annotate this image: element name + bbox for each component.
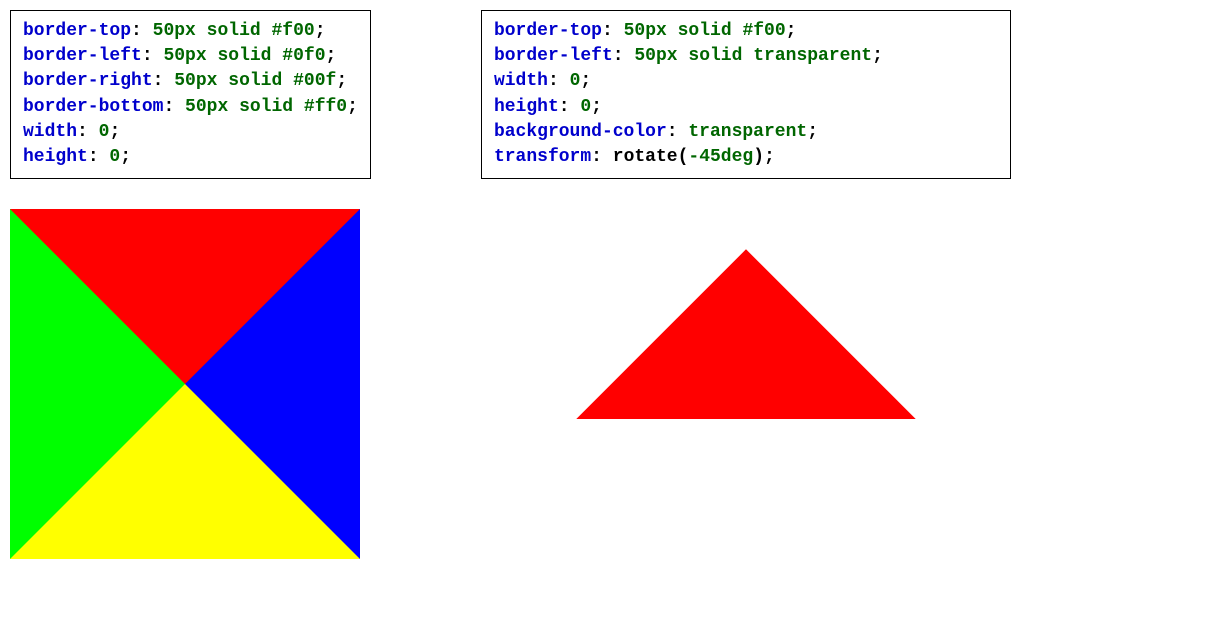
left-code-box: border-top: 50px solid #f00; border-left… [10,10,371,179]
css-unit: deg [721,147,753,167]
code-line: border-right: 50px solid #00f; [23,69,358,94]
css-keyword: transparent [688,122,807,142]
css-property: border-left [23,46,142,66]
css-function: rotate [613,147,678,167]
code-line: background-color: transparent; [494,120,998,145]
code-line: border-left: 50px solid #0f0; [23,44,358,69]
css-color: #0f0 [282,46,325,66]
code-line: transform: rotate(-45deg); [494,145,998,170]
css-property: border-left [494,46,613,66]
css-number: -45 [688,147,720,167]
css-number: 50 [174,71,196,91]
css-number: 0 [580,97,591,117]
css-number: 50 [153,21,175,41]
css-keyword: solid [688,46,742,66]
right-column: border-top: 50px solid #f00; border-left… [481,10,1011,559]
css-property: border-top [23,21,131,41]
css-property: border-right [23,71,153,91]
css-border-example-container: border-top: 50px solid #f00; border-left… [10,10,1222,559]
css-keyword: solid [207,21,261,41]
code-line: width: 0; [23,120,358,145]
css-number: 50 [634,46,656,66]
css-number: 50 [185,97,207,117]
css-number: 0 [109,147,120,167]
css-keyword: solid [217,46,271,66]
css-color: #00f [293,71,336,91]
css-unit: px [174,21,196,41]
css-property: border-bottom [23,97,163,117]
css-unit: px [656,46,678,66]
css-property: transform [494,147,591,167]
code-line: height: 0; [494,95,998,120]
red-triangle [576,249,915,588]
code-line: height: 0; [23,145,358,170]
css-unit: px [207,97,229,117]
left-column: border-top: 50px solid #f00; border-left… [10,10,371,559]
four-color-border-square [10,209,360,559]
css-color: #f00 [742,21,785,41]
css-property: height [494,97,559,117]
css-number: 50 [163,46,185,66]
css-property: background-color [494,122,667,142]
css-number: 50 [624,21,646,41]
css-number: 0 [99,122,110,142]
left-shape-preview [10,209,362,559]
css-number: 0 [570,71,581,91]
code-line: width: 0; [494,69,998,94]
right-code-box: border-top: 50px solid #f00; border-left… [481,10,1011,179]
code-line: border-top: 50px solid #f00; [23,19,358,44]
right-shape-preview [481,209,1011,559]
css-property: width [23,122,77,142]
css-keyword: solid [239,97,293,117]
css-color: #ff0 [304,97,347,117]
code-line: border-top: 50px solid #f00; [494,19,998,44]
code-line: border-left: 50px solid transparent; [494,44,998,69]
css-keyword: transparent [753,46,872,66]
css-property: height [23,147,88,167]
css-keyword: solid [678,21,732,41]
css-property: width [494,71,548,91]
code-line: border-bottom: 50px solid #ff0; [23,95,358,120]
css-keyword: solid [228,71,282,91]
css-property: border-top [494,21,602,41]
css-unit: px [196,71,218,91]
css-unit: px [645,21,667,41]
css-unit: px [185,46,207,66]
css-color: #f00 [272,21,315,41]
